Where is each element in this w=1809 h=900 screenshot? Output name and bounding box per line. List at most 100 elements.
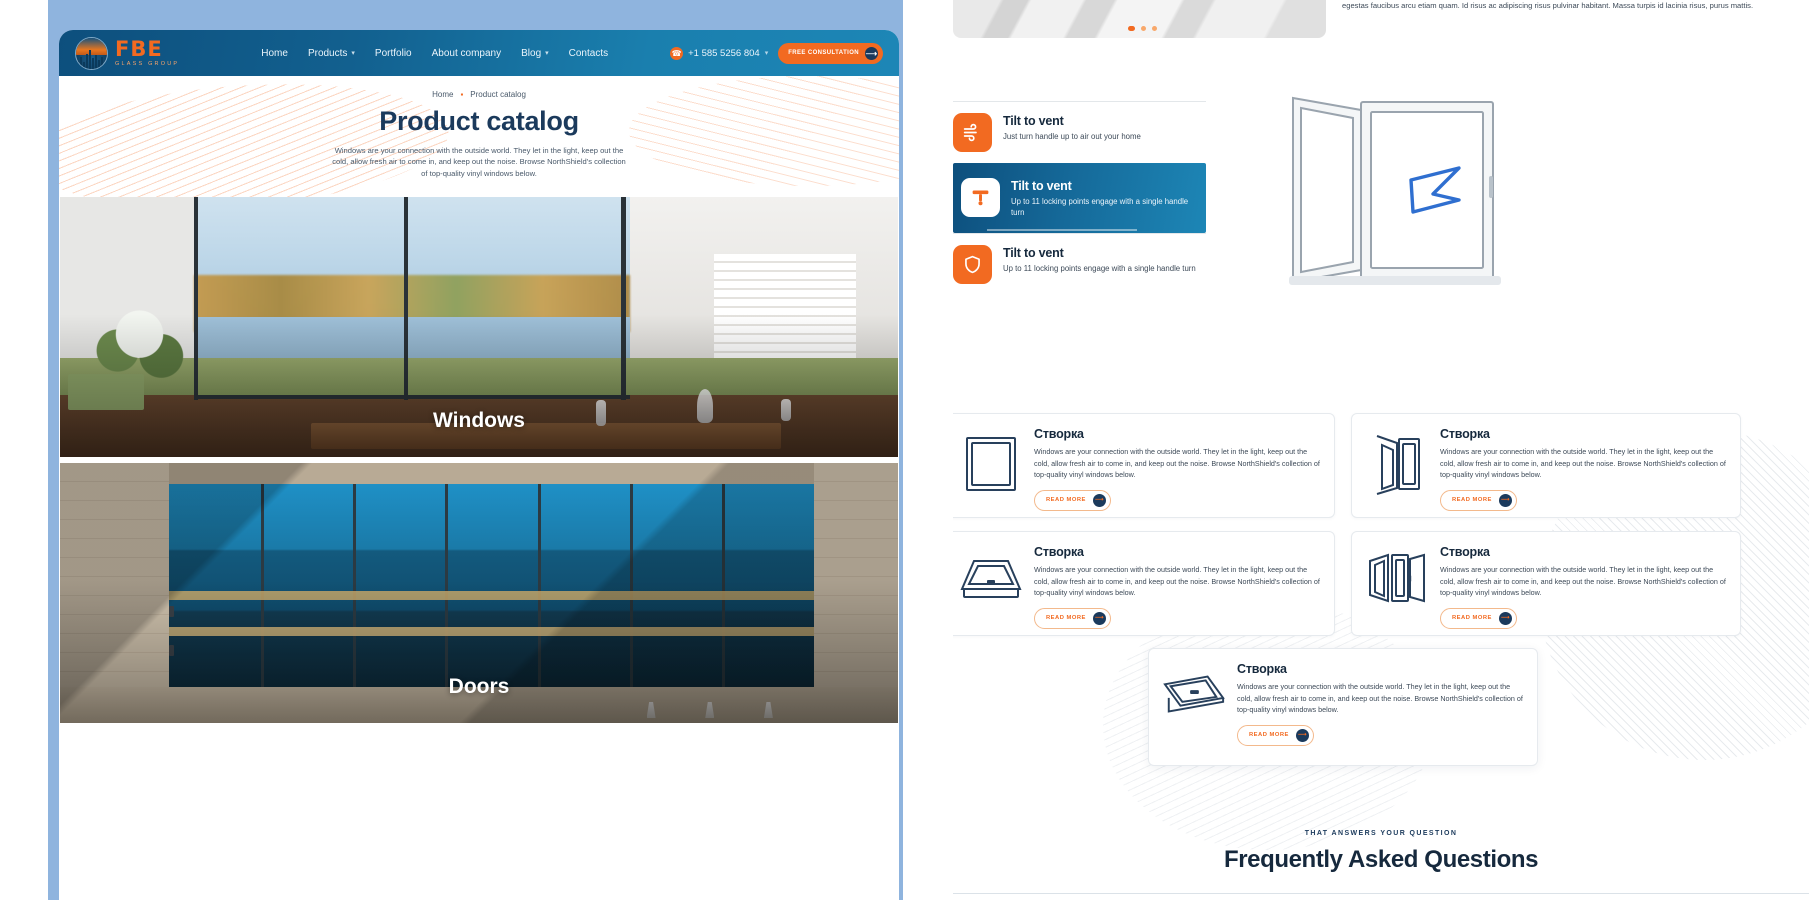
chevron-down-icon: ▾ xyxy=(545,50,549,57)
read-more-label: READ MORE xyxy=(1249,732,1289,739)
phone-selector[interactable]: ☎ +1 585 5256 804 ▾ xyxy=(670,46,768,60)
feature-title: Tilt to vent xyxy=(1003,114,1064,128)
intro-paragraph: egestas faucibus arcu etiam quam. Id ris… xyxy=(1342,1,1754,10)
product-card-4[interactable]: Створка Windows are your connection with… xyxy=(1351,531,1741,636)
feature-description: Just turn handle up to air out your home xyxy=(1003,132,1141,141)
feature-list: Tilt to vent Just turn handle up to air … xyxy=(953,101,1206,295)
product-card-1[interactable]: Створка Windows are your connection with… xyxy=(953,413,1335,518)
nav-label: Portfolio xyxy=(374,47,412,59)
nav-item-products[interactable]: Products ▾ xyxy=(308,48,355,59)
feature-description: Up to 11 locking points engage with a si… xyxy=(1003,263,1196,273)
carousel-dot-2[interactable] xyxy=(1141,26,1146,31)
nav-item-portfolio[interactable]: Portfolio xyxy=(375,48,412,59)
free-consultation-label: FREE CONSULTATION xyxy=(788,50,859,56)
card-title: Створка xyxy=(1034,545,1084,559)
wind-icon xyxy=(953,113,992,152)
faq-kicker: THAT ANSWERS YOUR QUESTION xyxy=(1304,830,1458,837)
carousel-dot-1[interactable] xyxy=(1128,26,1135,31)
header-actions: ☎ +1 585 5256 804 ▾ FREE CONSULTATION ⟶ xyxy=(670,42,883,64)
card-description: Windows are your connection with the out… xyxy=(1440,447,1726,480)
website-viewport: FBE GLASS GROUP Home Products ▾ Portfoli… xyxy=(59,30,899,900)
faq-divider xyxy=(953,893,1809,894)
nav-item-home[interactable]: Home xyxy=(261,48,288,59)
read-more-label: READ MORE xyxy=(1452,497,1492,504)
arrow-right-icon: ⟶ xyxy=(1092,493,1106,507)
feature-text: Tilt to vent Just turn handle up to air … xyxy=(1003,113,1141,142)
squeegee-icon xyxy=(961,178,1000,217)
free-consultation-button[interactable]: FREE CONSULTATION ⟶ xyxy=(778,42,883,64)
card-title: Створка xyxy=(1440,427,1490,441)
feature-item-tilt-to-vent-2[interactable]: Tilt to vent Up to 11 locking points eng… xyxy=(953,163,1206,233)
read-more-button[interactable]: READ MORE ⟶ xyxy=(1440,607,1517,629)
read-more-button[interactable]: READ MORE ⟶ xyxy=(1440,489,1517,511)
read-more-label: READ MORE xyxy=(1452,615,1492,622)
product-card-5[interactable]: Створка Windows are your connection with… xyxy=(1148,648,1538,766)
card-body: Створка Windows are your connection with… xyxy=(1034,545,1320,629)
arrow-right-icon: ⟶ xyxy=(1498,493,1512,507)
left-browser-panel: FBE GLASS GROUP Home Products ▾ Portfoli… xyxy=(48,0,903,900)
site-header: FBE GLASS GROUP Home Products ▾ Portfoli… xyxy=(59,30,899,76)
product-card-3[interactable]: Створка Windows are your connection with… xyxy=(953,531,1335,636)
feature-item-tilt-to-vent-1[interactable]: Tilt to vent Just turn handle up to air … xyxy=(953,101,1206,163)
feature-title: Tilt to vent xyxy=(1003,245,1064,260)
phone-number: +1 585 5256 804 xyxy=(688,47,760,59)
double-casement-icon xyxy=(1364,545,1430,609)
card-title: Створка xyxy=(1034,427,1084,441)
nav-label: Products xyxy=(307,47,348,59)
card-body: Створка Windows are your connection with… xyxy=(1440,545,1726,629)
page-title: Product catalog xyxy=(379,106,579,136)
read-more-label: READ MORE xyxy=(1046,497,1086,504)
read-more-button[interactable]: READ MORE ⟶ xyxy=(1237,724,1314,746)
card-description: Windows are your connection with the out… xyxy=(1034,447,1320,480)
read-more-label: READ MORE xyxy=(1046,615,1086,622)
card-description: Windows are your connection with the out… xyxy=(1034,565,1320,598)
logo-mark-text: FBE xyxy=(115,36,163,61)
category-tile-windows[interactable]: Windows xyxy=(60,197,898,458)
category-tile-doors[interactable]: Doors xyxy=(60,463,898,724)
arrow-right-icon: ⟶ xyxy=(1295,728,1309,742)
card-body: Створка Windows are your connection with… xyxy=(1034,427,1320,511)
page-description: Windows are your connection with the out… xyxy=(332,146,626,178)
carousel-dot-3[interactable] xyxy=(1152,26,1157,31)
feature-text: Tilt to vent Up to 11 locking points eng… xyxy=(1011,178,1198,219)
faq-title: Frequently Asked Questions xyxy=(1223,846,1539,873)
hero-carousel-image xyxy=(953,0,1326,38)
card-title: Створка xyxy=(1237,662,1287,676)
logo-wordmark: FBE GLASS GROUP xyxy=(115,36,180,68)
phone-icon: ☎ xyxy=(670,46,684,60)
carousel-dots[interactable] xyxy=(1128,26,1157,31)
nav-item-contacts[interactable]: Contacts xyxy=(569,48,608,59)
arrow-right-icon: ⟶ xyxy=(1498,611,1512,625)
read-more-button[interactable]: READ MORE ⟶ xyxy=(1034,607,1111,629)
chevron-down-icon: ▾ xyxy=(351,50,355,57)
nav-label: Blog xyxy=(521,47,542,59)
feature-title: Tilt to vent xyxy=(1011,179,1072,193)
feature-text: Tilt to vent Up to 11 locking points eng… xyxy=(1003,245,1196,274)
card-title: Створка xyxy=(1440,545,1490,559)
card-body: Створка Windows are your connection with… xyxy=(1237,662,1523,746)
product-card-2[interactable]: Створка Windows are your connection with… xyxy=(1351,413,1741,518)
logo-sub-text: GLASS GROUP xyxy=(115,60,180,67)
read-more-button[interactable]: READ MORE ⟶ xyxy=(1034,489,1111,511)
hopper-window-icon xyxy=(1161,662,1227,722)
main-navigation: Home Products ▾ Portfolio About company … xyxy=(261,48,608,59)
awning-window-icon xyxy=(958,545,1024,603)
site-logo[interactable]: FBE GLASS GROUP xyxy=(75,36,180,70)
faq-section: THAT ANSWERS YOUR QUESTION Frequently As… xyxy=(953,830,1809,874)
breadcrumb-home-link[interactable]: Home xyxy=(432,90,453,99)
open-window-illustration xyxy=(1283,90,1513,290)
breadcrumb-current: Product catalog xyxy=(470,90,526,99)
arrow-right-icon: ⟶ xyxy=(865,46,878,60)
card-description: Windows are your connection with the out… xyxy=(1440,565,1726,598)
nav-label: Home xyxy=(261,47,288,59)
feature-description: Up to 11 locking points engage with a si… xyxy=(1011,197,1189,218)
logo-emblem-icon xyxy=(75,36,108,70)
category-label-doors: Doors xyxy=(448,675,510,699)
arrow-right-icon: ⟶ xyxy=(1092,611,1106,625)
nav-item-blog[interactable]: Blog ▾ xyxy=(521,48,549,59)
nav-item-about-company[interactable]: About company xyxy=(432,48,502,59)
feature-item-tilt-to-vent-3[interactable]: Tilt to vent Up to 11 locking points eng… xyxy=(953,232,1206,295)
breadcrumb-separator-icon: ▪ xyxy=(460,90,464,99)
card-body: Створка Windows are your connection with… xyxy=(1440,427,1726,511)
fixed-window-icon xyxy=(958,427,1024,495)
